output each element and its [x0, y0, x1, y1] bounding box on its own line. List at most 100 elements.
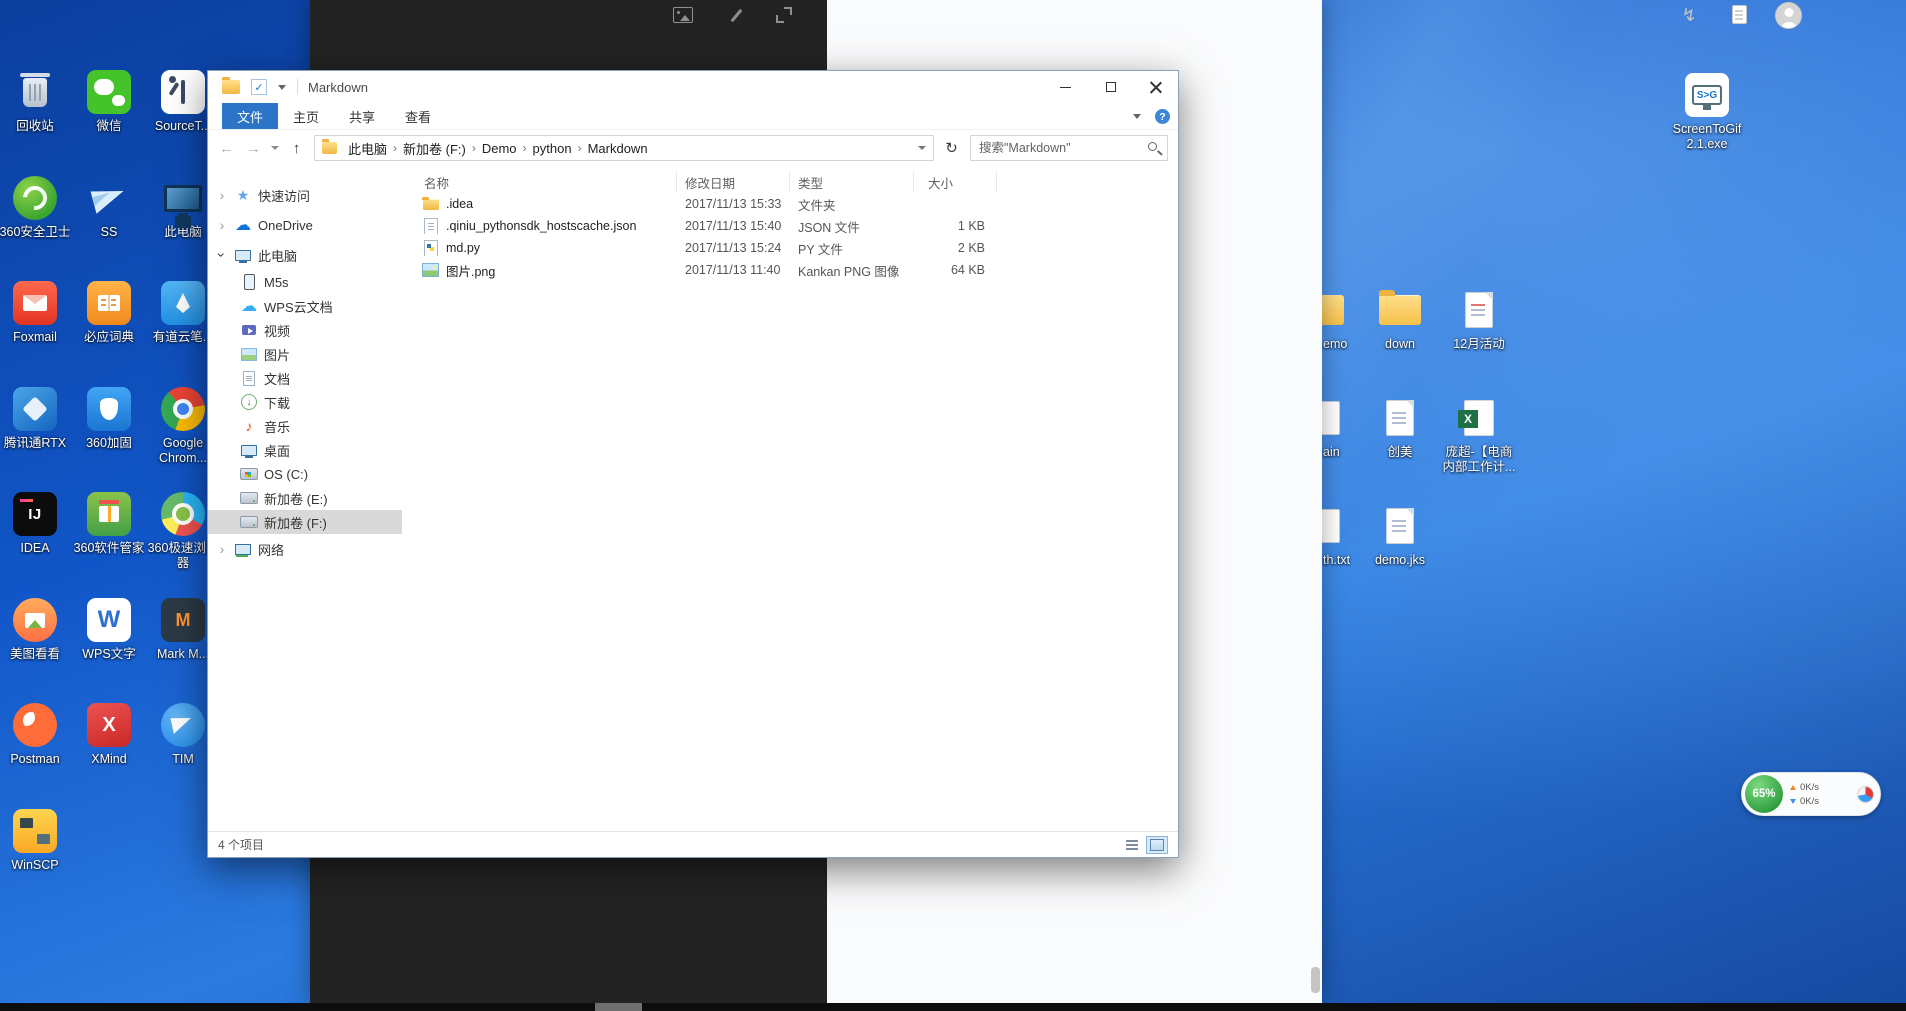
sidebar-item-m5s[interactable]: M5s — [208, 270, 402, 294]
chevron-expanded-icon[interactable] — [215, 249, 229, 261]
desktop-icon-tencent-rtx[interactable]: 腾讯通RTX — [0, 387, 74, 451]
sidebar-item-volume-e[interactable]: 新加卷 (E:) — [208, 486, 402, 510]
sidebar-item-documents[interactable]: 文档 — [208, 366, 402, 390]
help-icon[interactable] — [1155, 109, 1170, 124]
download-icon — [240, 394, 258, 411]
document-icon[interactable] — [1732, 5, 1747, 24]
tab-view[interactable]: 查看 — [390, 103, 446, 129]
sidebar-item-volume-f[interactable]: 新加卷 (F:) — [208, 510, 402, 534]
document-icon — [240, 370, 258, 387]
desktop-icon-idea[interactable]: IJ IDEA — [0, 492, 74, 556]
search-input[interactable] — [971, 136, 1167, 160]
sidebar-item-network[interactable]: 网络 — [208, 534, 402, 564]
taskbar-button[interactable] — [595, 1003, 642, 1011]
cloud-icon — [234, 217, 252, 234]
sidebar-item-quick-access[interactable]: 快速访问 — [208, 180, 402, 210]
maximize-button[interactable] — [1088, 71, 1133, 103]
desktop-icon-360-manager[interactable]: 360软件管家 — [70, 492, 148, 556]
desktop-icon-postman[interactable]: Postman — [0, 703, 74, 767]
chevron-right-icon[interactable] — [216, 218, 228, 232]
desktop-icon-wps-writer[interactable]: W WPS文字 — [70, 598, 148, 662]
desktop-icon-chuangmei[interactable]: 创美 — [1365, 396, 1435, 460]
desktop-icon-360-safe[interactable]: 360安全卫士 — [0, 176, 74, 240]
file-row[interactable]: .qiniu_pythonsdk_hostscache.json 2017/11… — [402, 215, 1178, 237]
file-row[interactable]: md.py 2017/11/13 15:24 PY 文件 2 KB — [402, 237, 1178, 259]
minimize-button[interactable] — [1043, 71, 1088, 103]
editor-scrollbar-thumb[interactable] — [1311, 967, 1320, 993]
breadcrumb-separator: › — [393, 141, 398, 155]
folder-icon[interactable] — [222, 77, 240, 94]
memory-usage-ball[interactable]: 65% — [1745, 775, 1783, 813]
breadcrumb-drive-f[interactable]: 新加卷 (F:) — [399, 139, 470, 158]
sidebar-item-onedrive[interactable]: OneDrive — [208, 210, 402, 240]
details-view-button[interactable] — [1121, 836, 1143, 854]
expand-ribbon-chevron-icon[interactable] — [1133, 114, 1141, 119]
breadcrumb[interactable]: 此电脑 › 新加卷 (F:) › Demo › python › Markdow… — [314, 135, 934, 161]
desktop-icon-winscp[interactable]: WinSCP — [0, 809, 74, 873]
item-count: 4 个项目 — [218, 838, 265, 852]
desktop-icon-xmind[interactable]: X XMind — [70, 703, 148, 767]
sidebar-item-videos[interactable]: 视频 — [208, 318, 402, 342]
tab-file[interactable]: 文件 — [222, 103, 279, 129]
address-dropdown-chevron-icon[interactable] — [918, 146, 926, 150]
desktop-icon-demo-jks[interactable]: demo.jks — [1365, 504, 1435, 568]
titlebar[interactable]: Markdown — [208, 71, 1178, 103]
thumbnail-view-button[interactable] — [1146, 835, 1168, 854]
sidebar-item-music[interactable]: 音乐 — [208, 414, 402, 438]
desktop-icon-screentogif[interactable]: S>G ScreenToGif 2.1.exe — [1662, 73, 1752, 152]
desktop-icon-meitu-kankan[interactable]: 美图看看 — [0, 598, 74, 662]
chevron-right-icon[interactable] — [216, 542, 228, 556]
search-icon[interactable] — [1148, 142, 1157, 151]
column-header-size[interactable]: 大小 — [914, 171, 997, 193]
browser-mini-ball-icon[interactable] — [1857, 785, 1874, 803]
explorer-body: 快速访问 OneDrive 此电脑 M5s WPS云文档 视频 图片 文档 下载… — [208, 166, 1178, 831]
customize-toolbar-chevron-icon[interactable] — [278, 84, 286, 90]
back-button[interactable] — [214, 135, 239, 161]
tab-share[interactable]: 共享 — [334, 103, 390, 129]
sidebar-item-os-c[interactable]: OS (C:) — [208, 462, 402, 486]
sidebar-item-pictures[interactable]: 图片 — [208, 342, 402, 366]
desktop-icon-december-activity[interactable]: 12月活动 — [1442, 288, 1516, 352]
pen-icon[interactable] — [728, 7, 744, 23]
desktop-icon-360-jiagu[interactable]: 360加固 — [70, 387, 148, 451]
traffic-monitor-widget[interactable]: 65% 0K/s 0K/s — [1741, 772, 1881, 816]
refresh-button[interactable] — [939, 135, 964, 161]
breadcrumb-demo[interactable]: Demo — [478, 141, 521, 156]
half-document-icon — [1322, 396, 1340, 440]
column-header-date[interactable]: 修改日期 — [677, 171, 790, 193]
desktop-icon-down-folder[interactable]: down — [1365, 288, 1435, 352]
desktop-icon-ss[interactable]: SS — [70, 176, 148, 240]
sidebar-item-downloads[interactable]: 下载 — [208, 390, 402, 414]
insert-image-icon[interactable] — [673, 7, 693, 23]
desktop-icon-foxmail[interactable]: Foxmail — [0, 281, 74, 345]
thumbnail-view-icon — [1150, 839, 1164, 851]
desktop-icon-pangchao-excel[interactable]: 庞超-【电商内部工作计... — [1442, 396, 1516, 475]
column-header-name[interactable]: 名称 — [402, 171, 677, 193]
desktop-icon-recycle-bin[interactable]: 回收站 — [0, 70, 74, 134]
breadcrumb-python[interactable]: python — [529, 141, 576, 156]
file-row[interactable]: 图片.png 2017/11/13 11:40 Kankan PNG 图像 64… — [402, 259, 1178, 281]
sidebar-item-desktop[interactable]: 桌面 — [208, 438, 402, 462]
computer-icon — [161, 176, 205, 220]
breadcrumb-this-pc[interactable]: 此电脑 — [344, 139, 391, 158]
desktop-icon-bing-dict[interactable]: 必应词典 — [70, 281, 148, 345]
sidebar-item-this-pc[interactable]: 此电脑 — [208, 240, 402, 270]
chevron-right-icon[interactable] — [216, 188, 228, 202]
sidebar-item-wps-cloud[interactable]: WPS云文档 — [208, 294, 402, 318]
column-header-type[interactable]: 类型 — [790, 171, 914, 193]
file-row[interactable]: .idea 2017/11/13 15:33 文件夹 — [402, 193, 1178, 215]
history-chevron-icon[interactable] — [271, 146, 279, 150]
close-button[interactable] — [1133, 71, 1178, 103]
forward-button[interactable] — [241, 135, 266, 161]
taskbar[interactable] — [0, 1003, 1906, 1011]
tab-home[interactable]: 主页 — [278, 103, 334, 129]
up-button[interactable] — [284, 135, 309, 161]
properties-check-icon[interactable] — [251, 79, 267, 95]
desktop-icon-wechat[interactable]: 微信 — [70, 70, 148, 134]
breadcrumb-markdown[interactable]: Markdown — [584, 141, 652, 156]
user-avatar[interactable] — [1775, 2, 1802, 29]
fullscreen-icon[interactable] — [776, 7, 792, 23]
dictionary-book-icon — [87, 281, 131, 325]
flash-icon[interactable]: ↯ — [1679, 4, 1699, 26]
search-box — [970, 135, 1168, 161]
